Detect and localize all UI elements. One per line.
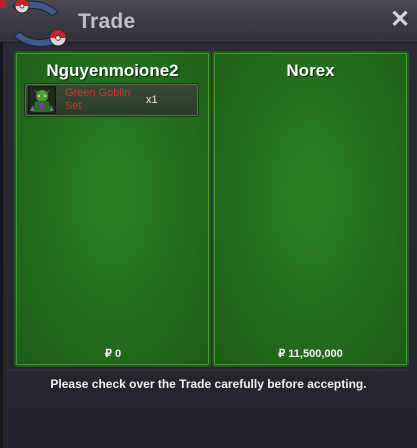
item-name: Green Goblin Set xyxy=(65,87,131,112)
divider xyxy=(6,370,411,371)
close-icon[interactable]: ✕ xyxy=(389,8,411,32)
green-goblin-icon xyxy=(28,86,56,114)
left-trade-panel: Nguyenmoione2 Green Goblin Set x1 ₽ 0 xyxy=(14,51,211,367)
trade-logo-icon xyxy=(0,0,67,47)
item-quantity: x1 xyxy=(146,94,158,106)
trade-notice: Please check over the Trade carefully be… xyxy=(50,377,367,391)
right-player-name: Norex xyxy=(286,61,335,80)
left-player-name: Nguyenmoione2 xyxy=(46,61,179,80)
trade-item-row[interactable]: Green Goblin Set x1 xyxy=(24,83,199,117)
right-trade-panel: Norex ₽ 11,500,000 xyxy=(212,51,409,367)
left-money-amount: ₽ 0 xyxy=(104,348,122,360)
window-title: Trade xyxy=(78,10,136,33)
right-money-amount: ₽ 11,500,000 xyxy=(278,348,343,360)
trade-window: Trade ✕ Nguyenmoione2 Green Goblin Set x… xyxy=(0,0,417,448)
